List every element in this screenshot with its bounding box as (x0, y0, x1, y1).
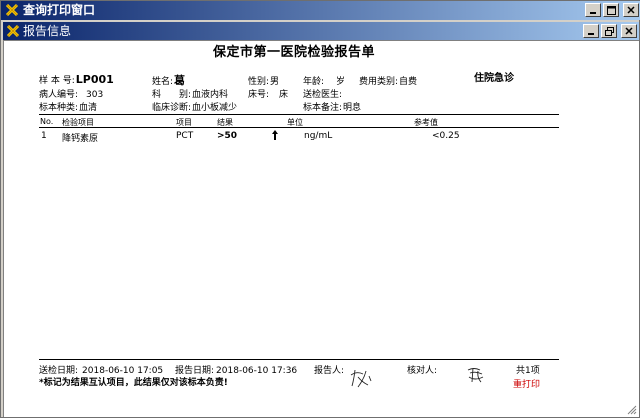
header-rule-top (39, 114, 559, 115)
maximize-button[interactable] (603, 3, 619, 17)
query-print-window: 查询打印窗口 报告信息 保定市第一医院检验报告单 住院急诊 样 本 号:LP00… (0, 0, 640, 418)
remark-field: 标本备注:明息 (303, 103, 362, 113)
close-button[interactable] (623, 3, 639, 17)
col-no: No. (40, 117, 54, 126)
minimize-button[interactable] (585, 3, 601, 17)
doctor-field: 送检医生: (303, 90, 343, 100)
report-area: 保定市第一医院检验报告单 住院急诊 样 本 号:LP001 姓名:葛 性别:男 … (3, 40, 639, 417)
restore-icon (604, 26, 614, 36)
child-close-button[interactable] (621, 24, 637, 38)
patient-no-field: 病人编号: 303 (39, 90, 104, 100)
row-result: >50 (217, 131, 238, 141)
dept-field: 科 别:血液内科 (152, 90, 229, 100)
child-window-controls (583, 24, 637, 38)
maximize-icon (606, 5, 616, 15)
app-icon (6, 24, 20, 38)
reporter-signature (350, 369, 372, 388)
close-icon (625, 27, 633, 35)
child-window-titlebar[interactable]: 报告信息 (3, 22, 639, 40)
row-item-name: 降钙素原 (62, 134, 99, 144)
minimize-icon (590, 12, 596, 14)
report-title: 保定市第一医院检验报告单 (212, 45, 375, 60)
footer-rule (39, 359, 559, 360)
bed-field: 床号: 床 (248, 90, 289, 100)
child-restore-button[interactable] (601, 24, 617, 38)
checker-signature (467, 367, 484, 383)
diagnosis-field: 临床诊断:血小板减少 (152, 103, 238, 113)
app-icon (5, 3, 19, 17)
row-no: 1 (41, 131, 47, 141)
close-icon (627, 6, 635, 14)
sex-field: 性别:男 (248, 77, 280, 87)
specimen-field: 标本种类:血清 (39, 103, 98, 113)
reprint-label[interactable]: 重打印 (513, 377, 540, 390)
resize-grip-icon[interactable] (625, 403, 637, 415)
fee-type-field: 费用类别:自费 (359, 77, 418, 87)
minimize-icon (588, 33, 594, 35)
header-rule-bottom (39, 127, 559, 128)
checker-label: 核对人: (407, 366, 438, 376)
row-item-code: PCT (176, 131, 194, 141)
high-arrow-icon (272, 130, 278, 140)
disclaimer-text: *标记为结果互认项目，此结果仅对该标本负责! (39, 378, 228, 388)
row-reference: <0.25 (432, 131, 460, 141)
reporter-label: 报告人: (314, 366, 345, 376)
patient-name-field: 姓名:葛 (152, 74, 186, 87)
age-field: 年龄: 岁 (303, 77, 346, 87)
item-count: 共1项 (516, 366, 540, 376)
sample-no-field: 样 本 号:LP001 (39, 73, 114, 86)
ward-label: 住院急诊 (474, 73, 514, 84)
row-unit: ng/mL (304, 131, 333, 141)
window-title: 查询打印窗口 (23, 3, 96, 17)
window-titlebar[interactable]: 查询打印窗口 (1, 1, 640, 20)
window-controls (585, 3, 639, 17)
child-minimize-button[interactable] (583, 24, 599, 38)
child-window-title: 报告信息 (23, 24, 72, 38)
